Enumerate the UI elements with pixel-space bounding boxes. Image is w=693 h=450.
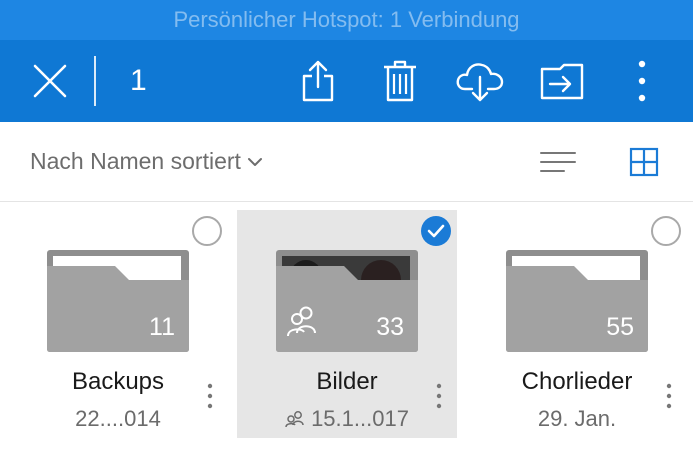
shared-small-icon: [285, 411, 304, 428]
folder-name: Bilder: [316, 368, 378, 395]
trash-icon: [384, 60, 416, 102]
more-vertical-icon: [666, 383, 672, 409]
download-cloud-icon: [456, 63, 504, 102]
share-button[interactable]: [292, 56, 344, 106]
grid-view-button[interactable]: [624, 142, 664, 182]
close-icon: [33, 64, 67, 98]
item-count: 55: [606, 313, 634, 341]
select-checkbox-checked[interactable]: [421, 216, 451, 246]
folder-tile-bilder[interactable]: 33 Bilder 15.1...017: [237, 210, 457, 438]
folder-date: 15.1...017: [237, 406, 457, 432]
folder-name: Backups: [71, 368, 165, 395]
selected-count: 1: [130, 64, 147, 97]
selection-toolbar: 1: [0, 40, 693, 122]
shared-people-icon: [286, 305, 318, 342]
move-icon: [540, 63, 584, 100]
checkmark-icon: [427, 224, 445, 238]
close-selection-button[interactable]: [28, 62, 72, 100]
folder-icon: 55: [506, 250, 648, 352]
sort-dropdown[interactable]: Nach Namen sortiert: [30, 148, 263, 175]
more-vertical-icon: [436, 383, 442, 409]
more-vertical-icon: [638, 60, 646, 102]
hotspot-status-bar[interactable]: Persönlicher Hotspot: 1 Verbindung: [0, 0, 693, 40]
toolbar-divider: [94, 56, 96, 106]
folder-icon: 33: [276, 250, 418, 352]
folder-date-text: 15.1...017: [311, 406, 409, 431]
more-vertical-icon: [207, 383, 213, 409]
folder-date-text: 22....014: [75, 406, 161, 431]
item-count: 33: [376, 313, 404, 341]
list-view-button[interactable]: [538, 144, 578, 180]
list-view-icon: [540, 152, 576, 172]
share-icon: [302, 60, 334, 102]
folder-name: Chorlieder: [521, 368, 633, 395]
item-count: 11: [149, 313, 175, 341]
folder-more-button[interactable]: [200, 376, 220, 416]
sort-label: Nach Namen sortiert: [30, 148, 241, 174]
folder-more-button[interactable]: [659, 376, 679, 416]
hotspot-status-text: Persönlicher Hotspot: 1 Verbindung: [173, 7, 520, 32]
folder-date: 22....014: [8, 406, 228, 432]
folder-tile-backups[interactable]: 11 Backups 22....014: [8, 210, 228, 438]
chevron-down-icon: [247, 156, 263, 168]
folder-tile-chorlieder[interactable]: 55 Chorlieder 29. Jan.: [467, 210, 687, 438]
folder-icon: 11: [47, 250, 189, 352]
move-button[interactable]: [536, 56, 588, 106]
sort-bar: Nach Namen sortiert: [0, 122, 693, 202]
grid-view-icon: [629, 147, 659, 177]
select-checkbox[interactable]: [192, 216, 222, 246]
download-button[interactable]: [454, 56, 506, 106]
folder-more-button[interactable]: [429, 376, 449, 416]
folder-date: 29. Jan.: [467, 406, 687, 432]
select-checkbox[interactable]: [651, 216, 681, 246]
folder-date-text: 29. Jan.: [537, 406, 617, 431]
more-options-button[interactable]: [616, 56, 668, 106]
delete-button[interactable]: [374, 56, 426, 106]
